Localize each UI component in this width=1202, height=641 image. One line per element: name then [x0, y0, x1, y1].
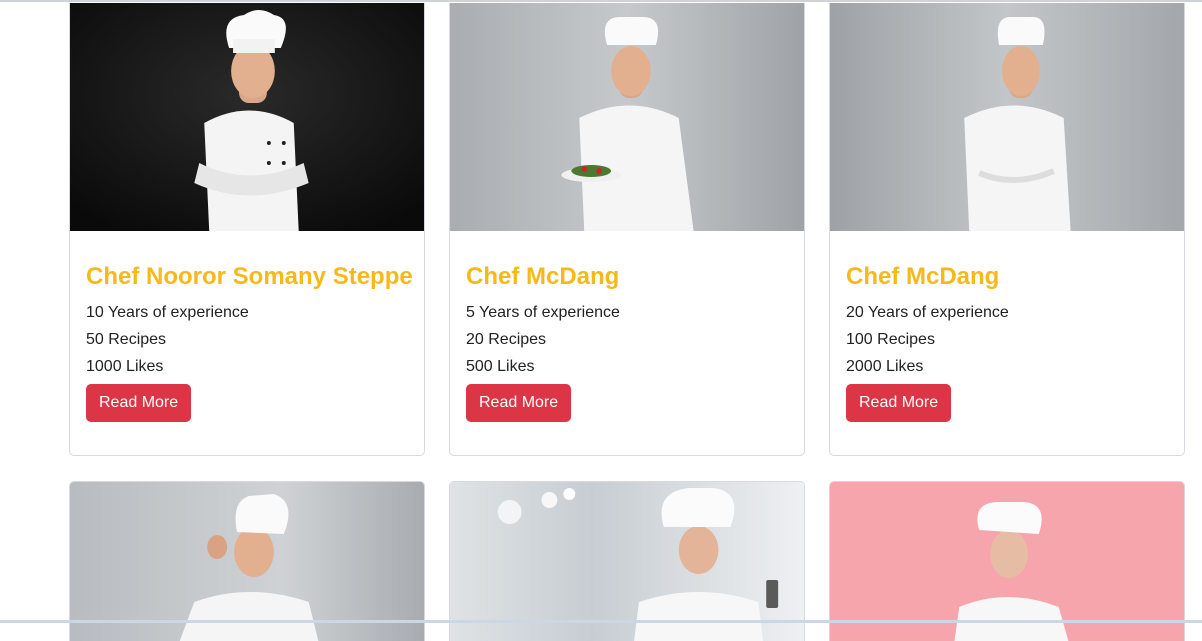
chef-card: [449, 481, 805, 641]
chef-card: Chef McDang 20 Years of experience 100 R…: [829, 3, 1185, 456]
likes-text: 500 Likes: [466, 358, 535, 375]
chef-card: Chef McDang 5 Years of experience 20 Rec…: [449, 3, 805, 456]
chef-photo: [830, 3, 1184, 231]
recipes-text: 20 Recipes: [466, 331, 547, 348]
chef-name: Chef McDang: [846, 263, 1000, 290]
top-edge: [0, 0, 1202, 2]
recipes-text: 100 Recipes: [846, 331, 935, 348]
chef-photo: [70, 3, 424, 231]
chef-photo: [830, 482, 1184, 641]
chef-card: [69, 481, 425, 641]
recipes-text: 50 Recipes: [86, 331, 167, 348]
chef-grid: Chef Nooror Somany Steppe 10 Years of ex…: [69, 3, 1185, 641]
experience-text: 20 Years of experience: [846, 304, 1009, 321]
read-more-button[interactable]: Read More: [86, 384, 192, 422]
chef-card: [829, 481, 1185, 641]
chef-photo: [450, 482, 804, 641]
chef-card: Chef Nooror Somany Steppe 10 Years of ex…: [69, 3, 425, 456]
experience-text: 5 Years of experience: [466, 304, 620, 321]
chef-name: Chef Nooror Somany Steppe: [86, 263, 413, 290]
experience-text: 10 Years of experience: [86, 304, 249, 321]
likes-text: 1000 Likes: [86, 358, 164, 375]
likes-text: 2000 Likes: [846, 358, 924, 375]
chef-photo: [450, 3, 804, 231]
chef-photo: [70, 482, 424, 641]
read-more-button[interactable]: Read More: [466, 384, 572, 422]
read-more-button[interactable]: Read More: [846, 384, 952, 422]
chef-name: Chef McDang: [466, 263, 620, 290]
